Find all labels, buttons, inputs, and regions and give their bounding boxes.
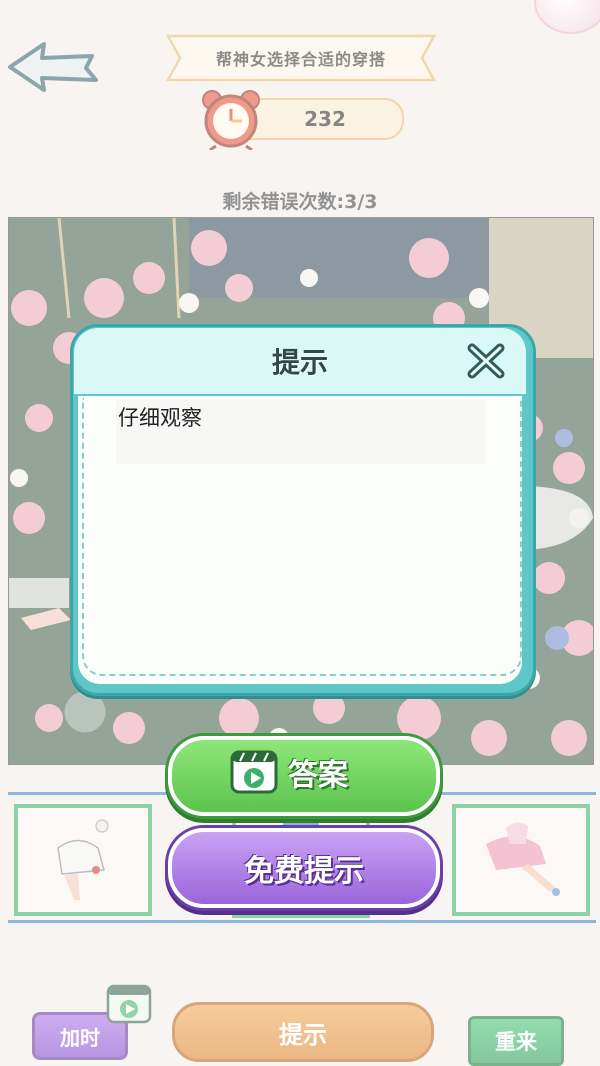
answer-button-label: 答案 [288,758,348,793]
hint-text: 仔细观察 [118,406,202,430]
free-hint-button[interactable]: 免费提示 [168,828,440,908]
close-icon[interactable] [464,340,508,382]
dialog-title: 提示 [271,346,328,379]
video-icon [230,750,278,794]
